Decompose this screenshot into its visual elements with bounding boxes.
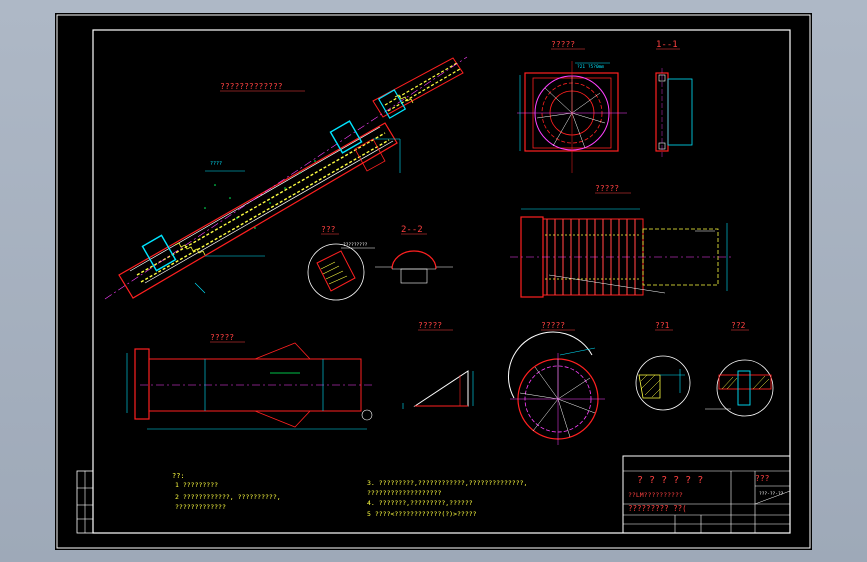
section-2-2-title: 2--2 bbox=[401, 225, 423, 235]
outer-frame bbox=[56, 14, 811, 549]
section-1-1-title: 1--1 bbox=[656, 40, 678, 50]
note-line-5: 5 ????<????????????(?)>????? bbox=[367, 510, 477, 518]
detail-a-view bbox=[307, 243, 375, 301]
housing-view bbox=[126, 342, 373, 430]
title-block-material: ????????? ??( bbox=[628, 504, 687, 513]
technical-notes: ??: 1 ????????? 2 ????????????, ????????… bbox=[172, 472, 527, 518]
detail-i-view bbox=[635, 355, 691, 411]
note-line-2b: ????????????? bbox=[175, 503, 226, 511]
screw-view-title: ????? bbox=[595, 184, 619, 193]
wedge-view-title: ????? bbox=[418, 321, 442, 330]
flange-view-title: ????? bbox=[551, 40, 575, 49]
drawing-svg: ????????????? ???? ????? ?21 ?5?0mm 1--1… bbox=[56, 14, 811, 549]
note-line-2: 2 ????????????, ??????????, bbox=[175, 493, 281, 501]
note-line-4: 4. ???????,?????????,?????? bbox=[367, 499, 473, 507]
drawing-canvas[interactable]: ????????????? ???? ????? ?21 ?5?0mm 1--1… bbox=[55, 13, 812, 550]
disc-view bbox=[507, 331, 605, 445]
disc-view-title: ????? bbox=[541, 321, 565, 330]
inner-frame bbox=[92, 29, 791, 534]
side-stamp bbox=[76, 470, 94, 534]
note-line-3: 3. ?????????,????????????,??????????????… bbox=[367, 479, 527, 487]
detail-a-title: ??? bbox=[321, 225, 336, 234]
title-block-label: ??? bbox=[755, 474, 770, 483]
detail-i-title: ??1 bbox=[655, 321, 670, 330]
wedge-view bbox=[402, 370, 474, 409]
title-block-title: ? ? ? ? ? ? bbox=[637, 475, 703, 486]
main-view-title: ????????????? bbox=[220, 82, 283, 91]
section-1-1-view bbox=[655, 68, 693, 158]
notes-heading: ??: bbox=[172, 472, 185, 480]
square-flange-view bbox=[517, 61, 627, 173]
title-block-code: ???-??-?? bbox=[759, 491, 784, 497]
title-block-drawing-no: ??LM?????????? bbox=[628, 491, 683, 499]
main-view-note: ???? bbox=[210, 161, 222, 167]
detail-ii-view bbox=[705, 359, 774, 417]
detail-ii-title: ??2 bbox=[731, 321, 746, 330]
inclined-shaft-assembly bbox=[104, 56, 468, 300]
note-line-3b: ??????????????????? bbox=[367, 489, 441, 497]
detail-a-note: ????????? bbox=[343, 242, 368, 248]
housing-view-title: ????? bbox=[210, 333, 234, 342]
flange-note: ?21 ?5?0mm bbox=[577, 64, 604, 70]
section-2-2-view bbox=[375, 250, 453, 284]
cad-viewport: ????????????? ???? ????? ?21 ?5?0mm 1--1… bbox=[0, 0, 867, 562]
note-line-1: 1 ????????? bbox=[175, 481, 218, 489]
screw-conveyor-view bbox=[510, 208, 733, 298]
